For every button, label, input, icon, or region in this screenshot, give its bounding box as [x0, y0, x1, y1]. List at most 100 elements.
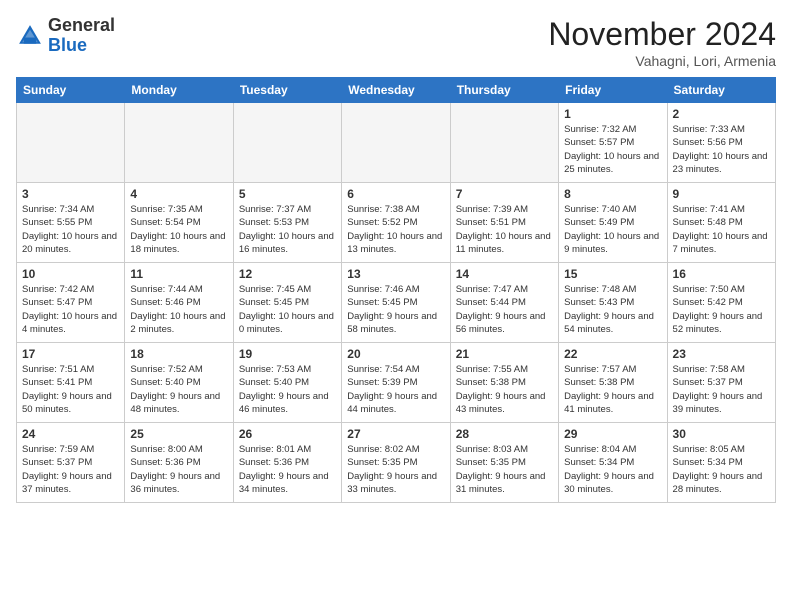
calendar-table: SundayMondayTuesdayWednesdayThursdayFrid… [16, 77, 776, 503]
calendar-day-15: 15 Sunrise: 7:48 AM Sunset: 5:43 PM Dayli… [559, 263, 667, 343]
calendar-day-9: 9Sunrise: 7:41 AM Sunset: 5:48 PM Daylig… [667, 183, 775, 263]
day-number: 30 [673, 427, 770, 441]
month-title: November 2024 [548, 16, 776, 53]
day-info: Sunrise: 7:40 AM Sunset: 5:49 PM Dayligh… [564, 203, 661, 256]
location-text: Vahagni, Lori, Armenia [548, 53, 776, 69]
day-info: Sunrise: 8:05 AM Sunset: 5:34 PM Dayligh… [673, 443, 770, 496]
calendar-day-empty [233, 103, 341, 183]
day-info: Sunrise: 8:02 AM Sunset: 5:35 PM Dayligh… [347, 443, 444, 496]
day-info: Sunrise: 7:35 AM Sunset: 5:54 PM Dayligh… [130, 203, 227, 256]
day-info: Sunrise: 7:39 AM Sunset: 5:51 PM Dayligh… [456, 203, 553, 256]
day-number: 15 [564, 267, 661, 281]
day-info: Sunrise: 7:54 AM Sunset: 5:39 PM Dayligh… [347, 363, 444, 416]
weekday-header-friday: Friday [559, 78, 667, 103]
day-number: 27 [347, 427, 444, 441]
weekday-header-wednesday: Wednesday [342, 78, 450, 103]
weekday-header-tuesday: Tuesday [233, 78, 341, 103]
calendar-day-27: 27 Sunrise: 8:02 AM Sunset: 5:35 PM Dayli… [342, 423, 450, 503]
calendar-day-19: 19 Sunrise: 7:53 AM Sunset: 5:40 PM Dayli… [233, 343, 341, 423]
calendar-day-22: 22 Sunrise: 7:57 AM Sunset: 5:38 PM Dayli… [559, 343, 667, 423]
logo-general-text: General [48, 15, 115, 35]
weekday-header-row: SundayMondayTuesdayWednesdayThursdayFrid… [17, 78, 776, 103]
day-number: 19 [239, 347, 336, 361]
calendar-day-empty [17, 103, 125, 183]
day-info: Sunrise: 7:45 AM Sunset: 5:45 PM Dayligh… [239, 283, 336, 336]
title-block: November 2024 Vahagni, Lori, Armenia [548, 16, 776, 69]
day-info: Sunrise: 8:01 AM Sunset: 5:36 PM Dayligh… [239, 443, 336, 496]
day-number: 13 [347, 267, 444, 281]
day-info: Sunrise: 7:59 AM Sunset: 5:37 PM Dayligh… [22, 443, 119, 496]
weekday-header-sunday: Sunday [17, 78, 125, 103]
day-info: Sunrise: 7:38 AM Sunset: 5:52 PM Dayligh… [347, 203, 444, 256]
day-number: 4 [130, 187, 227, 201]
day-number: 16 [673, 267, 770, 281]
weekday-header-saturday: Saturday [667, 78, 775, 103]
day-info: Sunrise: 8:03 AM Sunset: 5:35 PM Dayligh… [456, 443, 553, 496]
day-number: 26 [239, 427, 336, 441]
day-info: Sunrise: 7:44 AM Sunset: 5:46 PM Dayligh… [130, 283, 227, 336]
calendar-day-empty [125, 103, 233, 183]
calendar-week-row: 1Sunrise: 7:32 AM Sunset: 5:57 PM Daylig… [17, 103, 776, 183]
calendar-day-7: 7 Sunrise: 7:39 AM Sunset: 5:51 PM Daylig… [450, 183, 558, 263]
day-info: Sunrise: 7:50 AM Sunset: 5:42 PM Dayligh… [673, 283, 770, 336]
day-info: Sunrise: 7:37 AM Sunset: 5:53 PM Dayligh… [239, 203, 336, 256]
logo: General Blue [16, 16, 115, 56]
day-number: 18 [130, 347, 227, 361]
day-number: 21 [456, 347, 553, 361]
calendar-day-29: 29Sunrise: 8:04 AM Sunset: 5:34 PM Dayli… [559, 423, 667, 503]
calendar-day-18: 18 Sunrise: 7:52 AM Sunset: 5:40 PM Dayli… [125, 343, 233, 423]
day-number: 6 [347, 187, 444, 201]
calendar-day-24: 24 Sunrise: 7:59 AM Sunset: 5:37 PM Dayli… [17, 423, 125, 503]
calendar-day-20: 20 Sunrise: 7:54 AM Sunset: 5:39 PM Dayli… [342, 343, 450, 423]
day-info: Sunrise: 7:32 AM Sunset: 5:57 PM Dayligh… [564, 123, 661, 176]
day-info: Sunrise: 7:57 AM Sunset: 5:38 PM Dayligh… [564, 363, 661, 416]
calendar-day-empty [342, 103, 450, 183]
calendar-day-1: 1Sunrise: 7:32 AM Sunset: 5:57 PM Daylig… [559, 103, 667, 183]
calendar-day-3: 3 Sunrise: 7:34 AM Sunset: 5:55 PM Daylig… [17, 183, 125, 263]
day-info: Sunrise: 7:53 AM Sunset: 5:40 PM Dayligh… [239, 363, 336, 416]
day-info: Sunrise: 7:41 AM Sunset: 5:48 PM Dayligh… [673, 203, 770, 256]
calendar-day-10: 10 Sunrise: 7:42 AM Sunset: 5:47 PM Dayli… [17, 263, 125, 343]
day-number: 12 [239, 267, 336, 281]
day-info: Sunrise: 7:55 AM Sunset: 5:38 PM Dayligh… [456, 363, 553, 416]
day-info: Sunrise: 7:42 AM Sunset: 5:47 PM Dayligh… [22, 283, 119, 336]
day-info: Sunrise: 7:34 AM Sunset: 5:55 PM Dayligh… [22, 203, 119, 256]
day-number: 3 [22, 187, 119, 201]
logo-icon [16, 22, 44, 50]
day-number: 10 [22, 267, 119, 281]
calendar-day-5: 5 Sunrise: 7:37 AM Sunset: 5:53 PM Daylig… [233, 183, 341, 263]
day-number: 24 [22, 427, 119, 441]
day-info: Sunrise: 7:48 AM Sunset: 5:43 PM Dayligh… [564, 283, 661, 336]
calendar-day-12: 12 Sunrise: 7:45 AM Sunset: 5:45 PM Dayli… [233, 263, 341, 343]
day-number: 20 [347, 347, 444, 361]
calendar-day-8: 8 Sunrise: 7:40 AM Sunset: 5:49 PM Daylig… [559, 183, 667, 263]
calendar-day-14: 14Sunrise: 7:47 AM Sunset: 5:44 PM Dayli… [450, 263, 558, 343]
day-number: 28 [456, 427, 553, 441]
day-number: 2 [673, 107, 770, 121]
calendar-day-6: 6 Sunrise: 7:38 AM Sunset: 5:52 PM Daylig… [342, 183, 450, 263]
day-info: Sunrise: 7:52 AM Sunset: 5:40 PM Dayligh… [130, 363, 227, 416]
day-number: 22 [564, 347, 661, 361]
logo-blue-text: Blue [48, 35, 87, 55]
calendar-day-11: 11Sunrise: 7:44 AM Sunset: 5:46 PM Dayli… [125, 263, 233, 343]
day-info: Sunrise: 7:58 AM Sunset: 5:37 PM Dayligh… [673, 363, 770, 416]
day-info: Sunrise: 7:33 AM Sunset: 5:56 PM Dayligh… [673, 123, 770, 176]
calendar-week-row: 24 Sunrise: 7:59 AM Sunset: 5:37 PM Dayli… [17, 423, 776, 503]
calendar-day-28: 28 Sunrise: 8:03 AM Sunset: 5:35 PM Dayli… [450, 423, 558, 503]
calendar-day-23: 23 Sunrise: 7:58 AM Sunset: 5:37 PM Dayli… [667, 343, 775, 423]
calendar-week-row: 17 Sunrise: 7:51 AM Sunset: 5:41 PM Dayli… [17, 343, 776, 423]
day-number: 17 [22, 347, 119, 361]
day-number: 5 [239, 187, 336, 201]
day-number: 14 [456, 267, 553, 281]
weekday-header-monday: Monday [125, 78, 233, 103]
calendar-day-13: 13Sunrise: 7:46 AM Sunset: 5:45 PM Dayli… [342, 263, 450, 343]
calendar-day-16: 16 Sunrise: 7:50 AM Sunset: 5:42 PM Dayli… [667, 263, 775, 343]
day-info: Sunrise: 8:00 AM Sunset: 5:36 PM Dayligh… [130, 443, 227, 496]
day-number: 7 [456, 187, 553, 201]
day-info: Sunrise: 7:51 AM Sunset: 5:41 PM Dayligh… [22, 363, 119, 416]
day-number: 8 [564, 187, 661, 201]
calendar-day-25: 25Sunrise: 8:00 AM Sunset: 5:36 PM Dayli… [125, 423, 233, 503]
day-number: 23 [673, 347, 770, 361]
calendar-week-row: 10 Sunrise: 7:42 AM Sunset: 5:47 PM Dayli… [17, 263, 776, 343]
calendar-day-30: 30 Sunrise: 8:05 AM Sunset: 5:34 PM Dayli… [667, 423, 775, 503]
